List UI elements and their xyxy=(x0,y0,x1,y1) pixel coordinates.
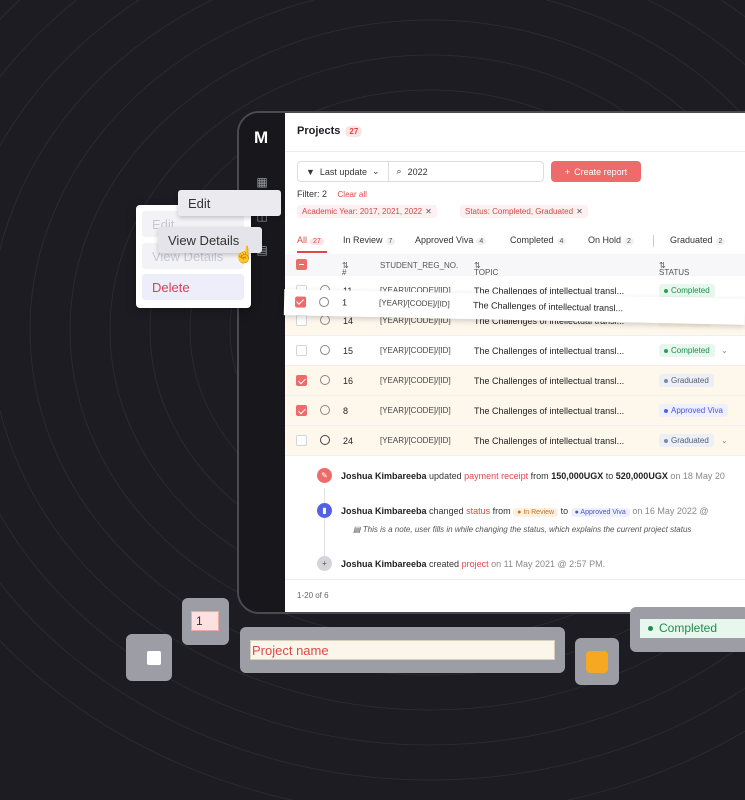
status-badge: ● Approved Viva xyxy=(570,508,630,517)
status-badge[interactable]: Completed xyxy=(659,344,715,357)
hand-cursor-icon: ☝ xyxy=(234,247,254,264)
status-badge[interactable]: Graduated xyxy=(659,374,714,387)
search-input[interactable]: ⌕ 2022 xyxy=(388,161,544,182)
table-row[interactable]: 8 [YEAR]/[CODE]/[ID] The Challenges of i… xyxy=(285,396,745,426)
filter-chip-status[interactable]: Status: Completed, Graduated ✕ xyxy=(460,205,588,218)
row-topic: The Challenges of intellectual transl... xyxy=(474,376,625,386)
filter-icon: ▼ xyxy=(306,166,315,177)
projects-panel: Projects 27 ▼ Last update ⌄ ⌕ 2022 + Crea… xyxy=(285,113,745,612)
row-checkbox[interactable] xyxy=(294,296,307,308)
note-icon: ▤ xyxy=(353,525,361,534)
row-checkbox[interactable] xyxy=(296,315,307,326)
row-reg-no: [YEAR]/[CODE]/[ID] xyxy=(380,346,451,355)
table-row[interactable]: 24 [YEAR]/[CODE]/[ID] The Challenges of … xyxy=(285,426,745,456)
row-number: 15 xyxy=(343,346,354,356)
sort-dropdown[interactable]: ▼ Last update ⌄ xyxy=(297,161,389,182)
status-note: ▤ This is a note, user fills in while ch… xyxy=(353,525,692,534)
status-icon xyxy=(320,315,330,325)
side-rail: M ▦ ◫ ▤ xyxy=(239,113,285,612)
row-topic: The Challenges of intellectual transl... xyxy=(474,346,625,356)
row-reg-no: [YEAR]/[CODE]/[ID] xyxy=(380,376,451,385)
status-icon xyxy=(320,375,330,385)
table-row[interactable]: 16 [YEAR]/[CODE]/[ID] The Challenges of … xyxy=(285,366,745,396)
status-icon xyxy=(318,296,330,308)
table-row[interactable]: 15 [YEAR]/[CODE]/[ID] The Challenges of … xyxy=(285,336,745,366)
close-icon[interactable]: ✕ xyxy=(425,207,432,216)
row-number: 8 xyxy=(343,406,349,416)
tab-graduated[interactable]: Graduated 2 xyxy=(670,235,726,245)
close-icon[interactable]: ✕ xyxy=(576,207,583,216)
chevron-down-icon[interactable]: ⌄ xyxy=(721,346,728,355)
status-badge[interactable]: Approved Viva xyxy=(659,404,728,417)
row-number: 1 xyxy=(341,297,348,308)
column-status[interactable]: STATUS ⇅ xyxy=(659,261,689,277)
search-icon: ⌕ xyxy=(396,166,402,176)
filter-chip-academic-year[interactable]: Academic Year: 2017, 2021, 2022 ✕ xyxy=(297,205,437,218)
expand-icon[interactable] xyxy=(320,435,330,445)
clear-all-link[interactable]: Clear all xyxy=(338,190,367,199)
timeline-line xyxy=(324,488,325,563)
chevron-down-icon: ⌄ xyxy=(371,166,380,176)
status-badge[interactable]: Graduated xyxy=(659,434,714,447)
activity-item: Joshua Kimbareeba updated payment receip… xyxy=(341,471,725,481)
chart-icon: ▮ xyxy=(317,503,332,518)
filter-summary: Filter: 2 Clear all xyxy=(297,189,367,199)
page-title: Projects 27 xyxy=(297,125,363,137)
project-name-field[interactable]: Project name xyxy=(250,640,555,660)
status-icon xyxy=(320,345,330,355)
row-reg-no: [YEAR]/[CODE]/[ID] xyxy=(378,298,450,309)
header-divider xyxy=(285,151,745,152)
column-reg-no[interactable]: STUDENT_REG_NO. xyxy=(380,261,458,270)
title-count-badge: 27 xyxy=(345,125,363,137)
plus-icon: + xyxy=(317,556,332,571)
status-icon xyxy=(320,405,330,415)
dragged-edit-item[interactable]: Edit xyxy=(178,190,281,216)
row-number: 24 xyxy=(343,436,354,446)
number-input[interactable]: 1 xyxy=(191,611,219,631)
device-frame: M ▦ ◫ ▤ Projects 27 ▼ Last update ⌄ ⌕ 202… xyxy=(237,111,745,614)
plus-icon: + xyxy=(564,166,571,177)
activity-item: Joshua Kimbareeba created project on 11 … xyxy=(341,559,606,569)
chevron-down-icon[interactable]: ⌄ xyxy=(721,436,728,445)
row-topic: The Challenges of intellectual transl... xyxy=(472,300,624,314)
select-all-checkbox[interactable] xyxy=(296,259,307,270)
row-checkbox[interactable] xyxy=(296,435,307,446)
pencil-icon: ✎ xyxy=(317,468,332,483)
color-swatch[interactable] xyxy=(586,651,608,673)
menu-item-delete[interactable]: Delete xyxy=(142,274,244,300)
row-checkbox[interactable] xyxy=(296,345,307,356)
column-number[interactable]: # ⇅ xyxy=(342,261,349,277)
row-checkbox[interactable] xyxy=(296,375,307,386)
checkbox[interactable] xyxy=(147,651,161,665)
table-header: # ⇅ STUDENT_REG_NO. TOPIC ⇅ STATUS ⇅ xyxy=(285,254,745,277)
app-logo: M xyxy=(254,128,269,147)
completed-badge[interactable]: Completed xyxy=(640,619,745,638)
status-tabs: All 27 In Review 7 Approved Viva 4 Complete… xyxy=(297,235,745,255)
tab-in-review[interactable]: In Review 7 xyxy=(343,235,396,245)
pagination-text: 1-20 of 6 xyxy=(297,591,329,600)
row-topic: The Challenges of intellectual transl... xyxy=(474,406,625,416)
create-report-button[interactable]: + Create report xyxy=(551,161,641,182)
toolbar: ▼ Last update ⌄ ⌕ 2022 xyxy=(297,161,544,182)
row-number: 16 xyxy=(343,376,354,386)
status-badge[interactable]: Completed xyxy=(659,284,715,297)
activity-item: Joshua Kimbareeba changed status from ● … xyxy=(341,506,709,517)
column-topic[interactable]: TOPIC ⇅ xyxy=(474,261,498,277)
tab-approved-viva[interactable]: Approved Viva 4 xyxy=(415,235,487,245)
tab-all[interactable]: All 27 xyxy=(297,235,324,245)
tab-completed[interactable]: Completed 4 xyxy=(510,235,567,245)
row-reg-no: [YEAR]/[CODE]/[ID] xyxy=(380,436,451,445)
row-topic: The Challenges of intellectual transl... xyxy=(474,436,625,446)
tab-on-hold[interactable]: On Hold 2 xyxy=(588,235,634,245)
status-badge: ● In Review xyxy=(513,508,559,517)
row-checkbox[interactable] xyxy=(296,405,307,416)
row-reg-no: [YEAR]/[CODE]/[ID] xyxy=(380,406,451,415)
row-number: 14 xyxy=(343,316,354,326)
grid-icon[interactable]: ▦ xyxy=(255,175,269,189)
tab-divider xyxy=(653,235,654,247)
footer-divider xyxy=(285,579,745,580)
active-tab-indicator xyxy=(297,251,327,253)
